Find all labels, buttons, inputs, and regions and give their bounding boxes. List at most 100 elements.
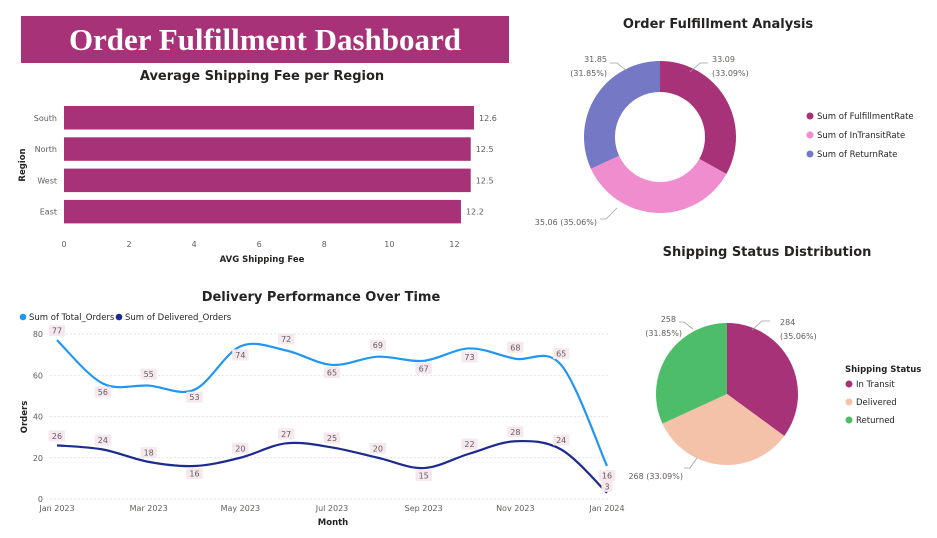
line-data-label: 55 xyxy=(144,370,154,379)
pie-data-label: 268 (33.09%) xyxy=(628,472,683,481)
line-data-label: 77 xyxy=(52,327,62,336)
line-data-label: 28 xyxy=(510,428,520,437)
bar-category-label: North xyxy=(35,145,57,154)
line-chart-x-label: Month xyxy=(318,518,348,528)
pie-legend-label: Returned xyxy=(856,416,895,426)
bar-x-tick: 10 xyxy=(384,240,394,249)
bar-x-tick: 8 xyxy=(322,240,327,249)
line-x-tick: Sep 2023 xyxy=(405,504,443,513)
bar-west xyxy=(64,168,471,193)
bar-chart-y-label: Region xyxy=(18,148,28,181)
line-chart-title: Delivery Performance Over Time xyxy=(202,290,441,305)
dashboard-charts: Average Shipping Fee per Region AVG Ship… xyxy=(18,17,921,528)
donut-data-label: 31.85 xyxy=(584,55,607,64)
line-x-tick: Mar 2023 xyxy=(130,504,168,513)
line-series-1 xyxy=(56,439,608,494)
pie-legend-label: Delivered xyxy=(856,398,897,408)
line-x-tick: Nov 2023 xyxy=(496,504,535,513)
line-legend-label: Sum of Delivered_Orders xyxy=(125,313,232,323)
line-data-label: 65 xyxy=(327,368,337,377)
line-chart-delivery: Delivery Performance Over Time Month Ord… xyxy=(19,290,625,528)
line-data-label: 18 xyxy=(144,448,154,457)
bar-x-tick: 6 xyxy=(257,240,262,249)
line-x-tick: Jan 2023 xyxy=(38,504,74,513)
bar-x-tick: 12 xyxy=(449,240,459,249)
donut-chart-title: Order Fulfillment Analysis xyxy=(623,17,814,32)
bar-value-label: 12.6 xyxy=(479,114,497,123)
pie-data-label: 258 xyxy=(661,315,676,324)
line-data-label: 16 xyxy=(189,470,199,479)
bar-chart-x-label: AVG Shipping Fee xyxy=(220,255,305,265)
line-y-tick: 40 xyxy=(33,413,43,422)
line-data-label: 65 xyxy=(556,349,566,358)
donut-slice-1 xyxy=(590,155,727,213)
donut-data-label: 35.06 (35.06%) xyxy=(535,218,597,227)
pie-legend-marker xyxy=(845,416,853,424)
pie-chart-title: Shipping Status Distribution xyxy=(663,245,872,260)
bar-chart-shipping-fee: Average Shipping Fee per Region AVG Ship… xyxy=(18,69,497,265)
line-data-label: 68 xyxy=(510,343,520,352)
donut-legend-marker xyxy=(806,131,814,139)
donut-leader-line xyxy=(600,207,618,220)
donut-data-label: (31.85%) xyxy=(570,69,607,78)
line-x-tick: Jan 2024 xyxy=(588,504,624,513)
donut-chart-fulfillment: Order Fulfillment Analysis 33.09 (33.09%)… xyxy=(535,17,914,227)
bar-x-tick: 4 xyxy=(192,240,197,249)
line-data-label: 67 xyxy=(419,364,429,373)
bar-x-tick: 2 xyxy=(127,240,132,249)
line-data-label: 53 xyxy=(189,393,199,402)
line-data-label: 69 xyxy=(373,341,383,350)
line-chart-y-label: Orders xyxy=(20,401,30,434)
line-legend-label: Sum of Total_Orders xyxy=(29,313,115,323)
pie-chart-shipping-status: Shipping Status Distribution Shipping St… xyxy=(628,245,921,481)
donut-legend-label: Sum of InTransitRate xyxy=(817,131,905,141)
pie-legend-marker xyxy=(845,398,853,406)
line-data-label: 20 xyxy=(235,444,245,453)
pie-leader-line xyxy=(684,457,698,469)
bar-chart-title: Average Shipping Fee per Region xyxy=(140,69,384,84)
pie-data-label: 284 xyxy=(780,318,795,327)
line-y-tick: 0 xyxy=(38,495,43,504)
line-data-label: 3 xyxy=(604,482,609,491)
line-data-label: 16 xyxy=(602,472,612,481)
bar-x-tick: 0 xyxy=(61,240,66,249)
line-data-label: 27 xyxy=(281,430,291,439)
line-data-label: 25 xyxy=(327,434,337,443)
line-data-label: 56 xyxy=(98,388,108,397)
donut-legend-label: Sum of FulfillmentRate xyxy=(817,112,914,122)
line-data-label: 24 xyxy=(98,436,108,445)
line-data-label: 74 xyxy=(235,351,245,360)
donut-data-label: 33.09 xyxy=(712,55,735,64)
line-x-tick: Jul 2023 xyxy=(315,504,349,513)
line-data-label: 73 xyxy=(464,353,474,362)
bar-category-label: West xyxy=(37,176,57,185)
line-legend-marker xyxy=(115,313,123,321)
pie-legend-title: Shipping Status xyxy=(845,365,921,375)
line-y-tick: 80 xyxy=(33,330,43,339)
line-data-label: 22 xyxy=(464,440,474,449)
bar-value-label: 12.2 xyxy=(466,208,484,217)
bar-category-label: East xyxy=(40,208,57,217)
bar-value-label: 12.5 xyxy=(476,176,494,185)
line-data-label: 26 xyxy=(52,432,62,441)
line-legend-marker xyxy=(19,313,27,321)
line-data-label: 72 xyxy=(281,335,291,344)
line-data-label: 24 xyxy=(556,436,566,445)
bar-south xyxy=(64,106,474,130)
line-data-label: 20 xyxy=(373,444,383,453)
line-y-tick: 20 xyxy=(33,454,43,463)
pie-legend-marker xyxy=(845,380,853,388)
donut-leader-line xyxy=(610,62,628,72)
donut-legend-marker xyxy=(806,112,814,120)
donut-data-label: (33.09%) xyxy=(712,69,749,78)
donut-legend-marker xyxy=(806,150,814,158)
line-x-tick: May 2023 xyxy=(221,504,260,513)
bar-category-label: South xyxy=(34,114,57,123)
line-y-tick: 60 xyxy=(33,371,43,380)
bar-value-label: 12.5 xyxy=(476,145,494,154)
line-data-label: 15 xyxy=(419,472,429,481)
pie-leader-line xyxy=(679,321,694,330)
pie-data-label: (35.06%) xyxy=(780,332,817,341)
bar-east xyxy=(64,199,461,224)
pie-legend-label: In Transit xyxy=(856,380,895,390)
